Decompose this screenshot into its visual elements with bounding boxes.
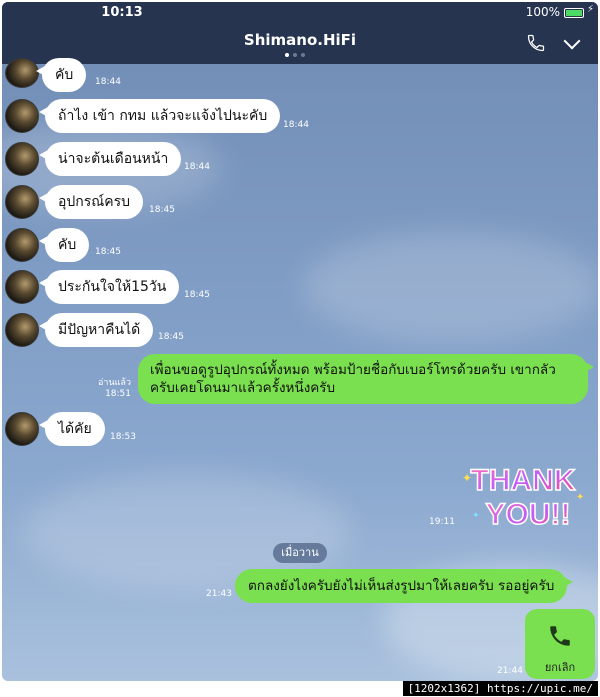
status-time: 10:13	[101, 5, 143, 20]
message-time: 18:44	[184, 162, 210, 172]
page-dots	[285, 53, 305, 57]
message-time: 21:44	[497, 666, 523, 676]
message-line: ครับเคยโดนมาแล้วครั้งหนึ่งครับ	[150, 380, 336, 396]
message-time: 18:51	[105, 389, 131, 399]
phone-call-icon[interactable]	[526, 33, 546, 53]
message-bubble[interactable]: น่าจะต้นเดือนหน้า	[38, 142, 182, 176]
message-bubble-outgoing[interactable]: เพื่อนขอดูรูปอุปกรณ์ทั้งหมด พร้อมป้ายชื่…	[138, 354, 594, 404]
thank-you-sticker[interactable]: THANK YOU!! ✦ ✦ ✦	[456, 460, 590, 530]
message-bubble[interactable]: ถ้าไง เข้า กทม แล้วจะแจ้งไปนะคับ	[38, 99, 281, 133]
message-bubble[interactable]: คับ	[35, 58, 87, 92]
message-time: 18:45	[158, 332, 184, 342]
phone-icon	[550, 626, 570, 646]
svg-text:✦: ✦	[472, 511, 480, 521]
message-bubble-outgoing[interactable]: ตกลงยังไงครับยังไม่เห็นส่งรูปมาให้เลยครั…	[235, 569, 574, 603]
message-bubble[interactable]: ประกันใจให้15วัน	[38, 270, 180, 304]
message-time: 18:44	[95, 77, 121, 87]
avatar[interactable]	[5, 270, 39, 304]
avatar[interactable]	[5, 412, 39, 446]
date-separator: เมื่อวาน	[273, 543, 327, 563]
read-receipt: อ่านแล้ว 18:51	[98, 378, 131, 400]
message-time: 18:44	[283, 120, 309, 130]
call-message-bubble[interactable]: ยกเลิก	[525, 609, 595, 679]
message-bubble[interactable]: คับ	[38, 228, 90, 262]
charging-icon: ⚡	[586, 4, 594, 15]
sticker-text: THANK	[471, 464, 576, 497]
battery-percent: 100%	[525, 5, 560, 19]
message-bubble[interactable]: มีปัญหาคืนได้	[38, 313, 154, 347]
chat-header: 10:13 100% ⚡ Shimano.HiFi	[2, 2, 598, 64]
chat-title[interactable]: Shimano.HiFi	[2, 31, 598, 49]
avatar[interactable]	[5, 185, 39, 219]
message-time: 18:45	[149, 205, 175, 215]
message-line: เพื่อนขอดูรูปอุปกรณ์ทั้งหมด พร้อมป้ายชื่…	[150, 362, 556, 378]
avatar[interactable]	[5, 58, 39, 88]
call-label: ยกเลิก	[544, 661, 576, 674]
avatar[interactable]	[5, 228, 39, 262]
avatar[interactable]	[5, 99, 39, 133]
image-host-footer: [1202x1362] https://upic.me/	[402, 681, 598, 696]
battery-icon	[564, 8, 584, 18]
chat-window: 10:13 100% ⚡ Shimano.HiFi คับ 18:44 ถ้าไ…	[2, 2, 598, 681]
read-label: อ่านแล้ว	[98, 378, 131, 388]
message-bubble[interactable]: ได้คัย	[39, 412, 105, 446]
message-time: 18:53	[110, 432, 136, 442]
message-time: 21:43	[206, 589, 232, 599]
message-time: 18:45	[184, 290, 210, 300]
sticker-text: YOU!!	[486, 498, 571, 530]
avatar[interactable]	[5, 313, 39, 347]
svg-text:✦: ✦	[576, 492, 584, 503]
message-time: 19:11	[429, 517, 455, 527]
message-time: 18:45	[95, 247, 121, 257]
message-bubble[interactable]: อุปกรณ์ครบ	[38, 185, 144, 219]
svg-text:✦: ✦	[462, 471, 472, 485]
avatar[interactable]	[5, 142, 39, 176]
